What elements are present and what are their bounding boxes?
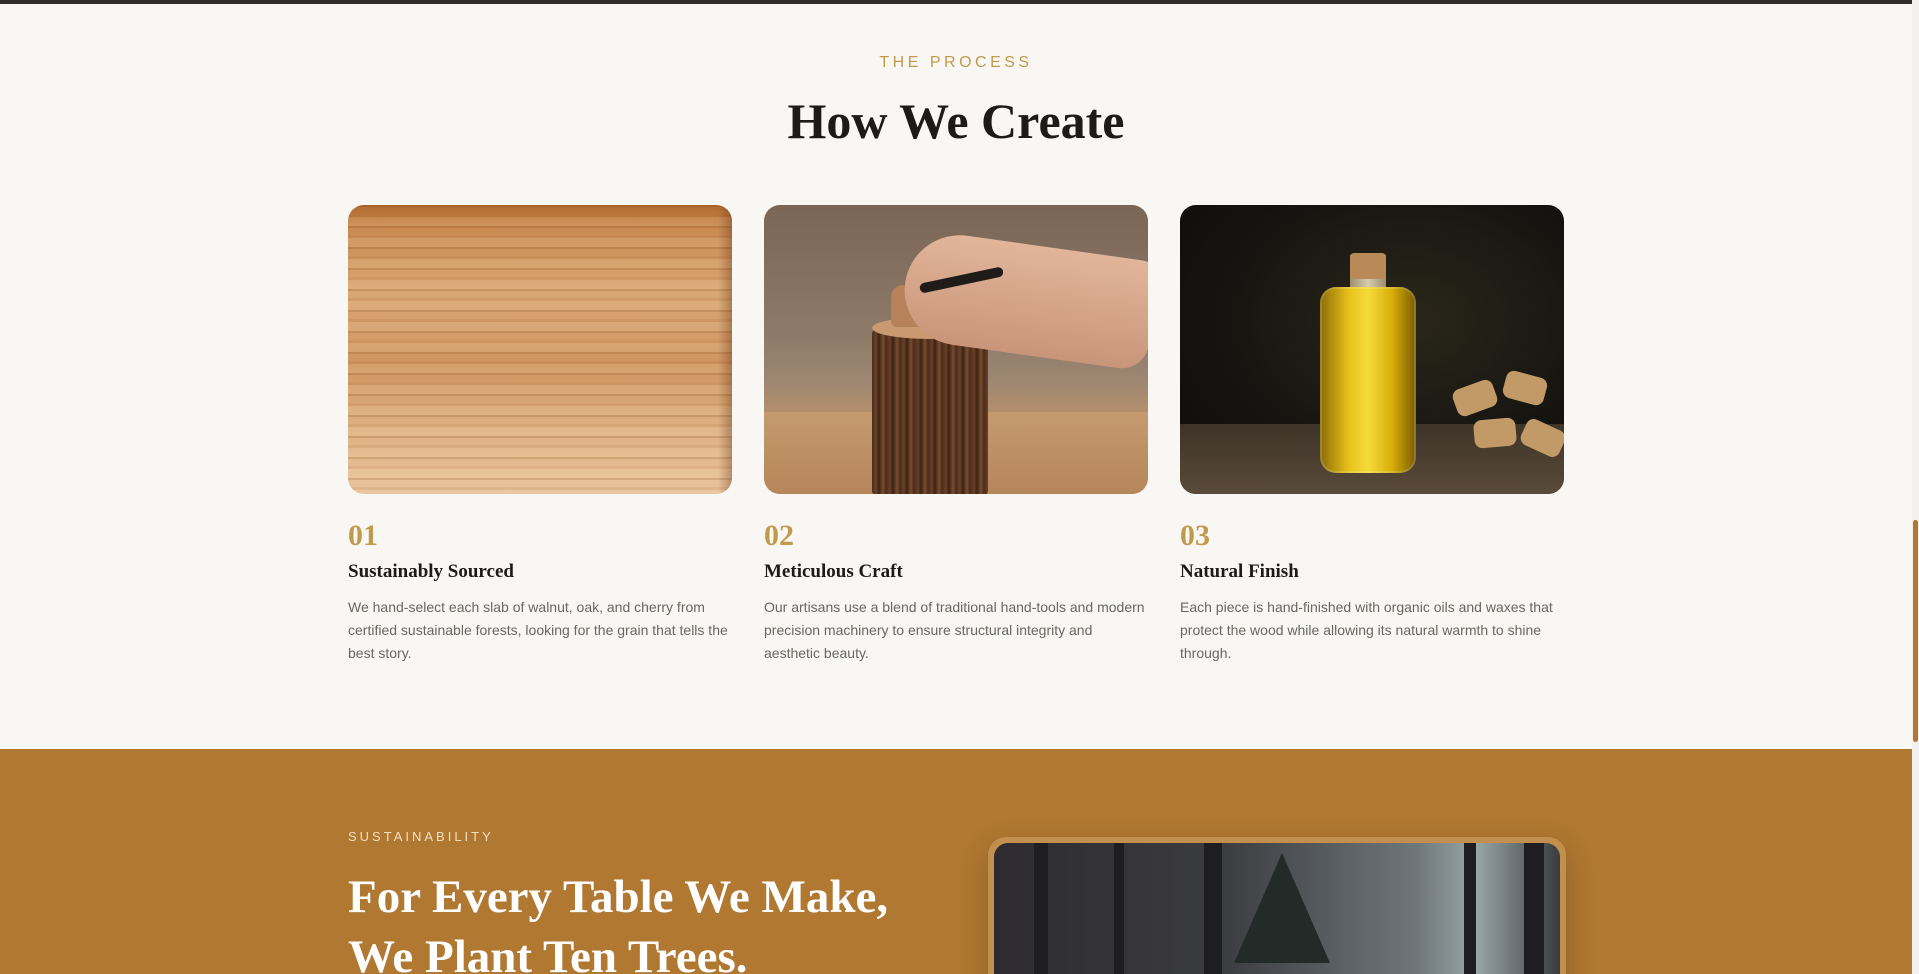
oil-bottle-image (1180, 205, 1564, 494)
sustainability-title-line2: We Plant Ten Trees. (348, 931, 748, 974)
step-title: Meticulous Craft (764, 561, 903, 582)
craft-image (764, 205, 1148, 494)
step-number: 01 (348, 519, 378, 552)
forest-image (994, 843, 1560, 974)
page-scrollbar[interactable] (1912, 0, 1919, 974)
step-description: We hand-select each slab of walnut, oak,… (348, 599, 728, 661)
sustainability-title: For Every Table We Make, We Plant Ten Tr… (348, 867, 968, 974)
process-card-finish: 03 Natural Finish Each piece is hand-fin… (1180, 205, 1564, 665)
process-eyebrow: THE PROCESS (879, 54, 1033, 71)
process-title: How We Create (787, 93, 1125, 149)
wood-planks-image (348, 205, 732, 494)
scrollbar-thumb[interactable] (1913, 520, 1918, 742)
step-number: 02 (764, 519, 794, 552)
step-title: Natural Finish (1180, 561, 1299, 582)
sustainability-eyebrow: SUSTAINABILITY (348, 829, 494, 844)
forest-image-frame (988, 837, 1566, 974)
process-card-sourced: 01 Sustainably Sourced We hand-select ea… (348, 205, 732, 665)
sustainability-title-line1: For Every Table We Make, (348, 871, 889, 923)
step-description: Each piece is hand-finished with organic… (1180, 599, 1553, 661)
process-card-craft: 02 Meticulous Craft Our artisans use a b… (764, 205, 1148, 665)
step-description: Our artisans use a blend of traditional … (764, 599, 1145, 661)
sustainability-section: SUSTAINABILITY For Every Table We Make, … (0, 749, 1912, 974)
step-title: Sustainably Sourced (348, 561, 514, 582)
process-section: THE PROCESS How We Create 01 Sustainably… (0, 4, 1912, 749)
step-number: 03 (1180, 519, 1210, 552)
